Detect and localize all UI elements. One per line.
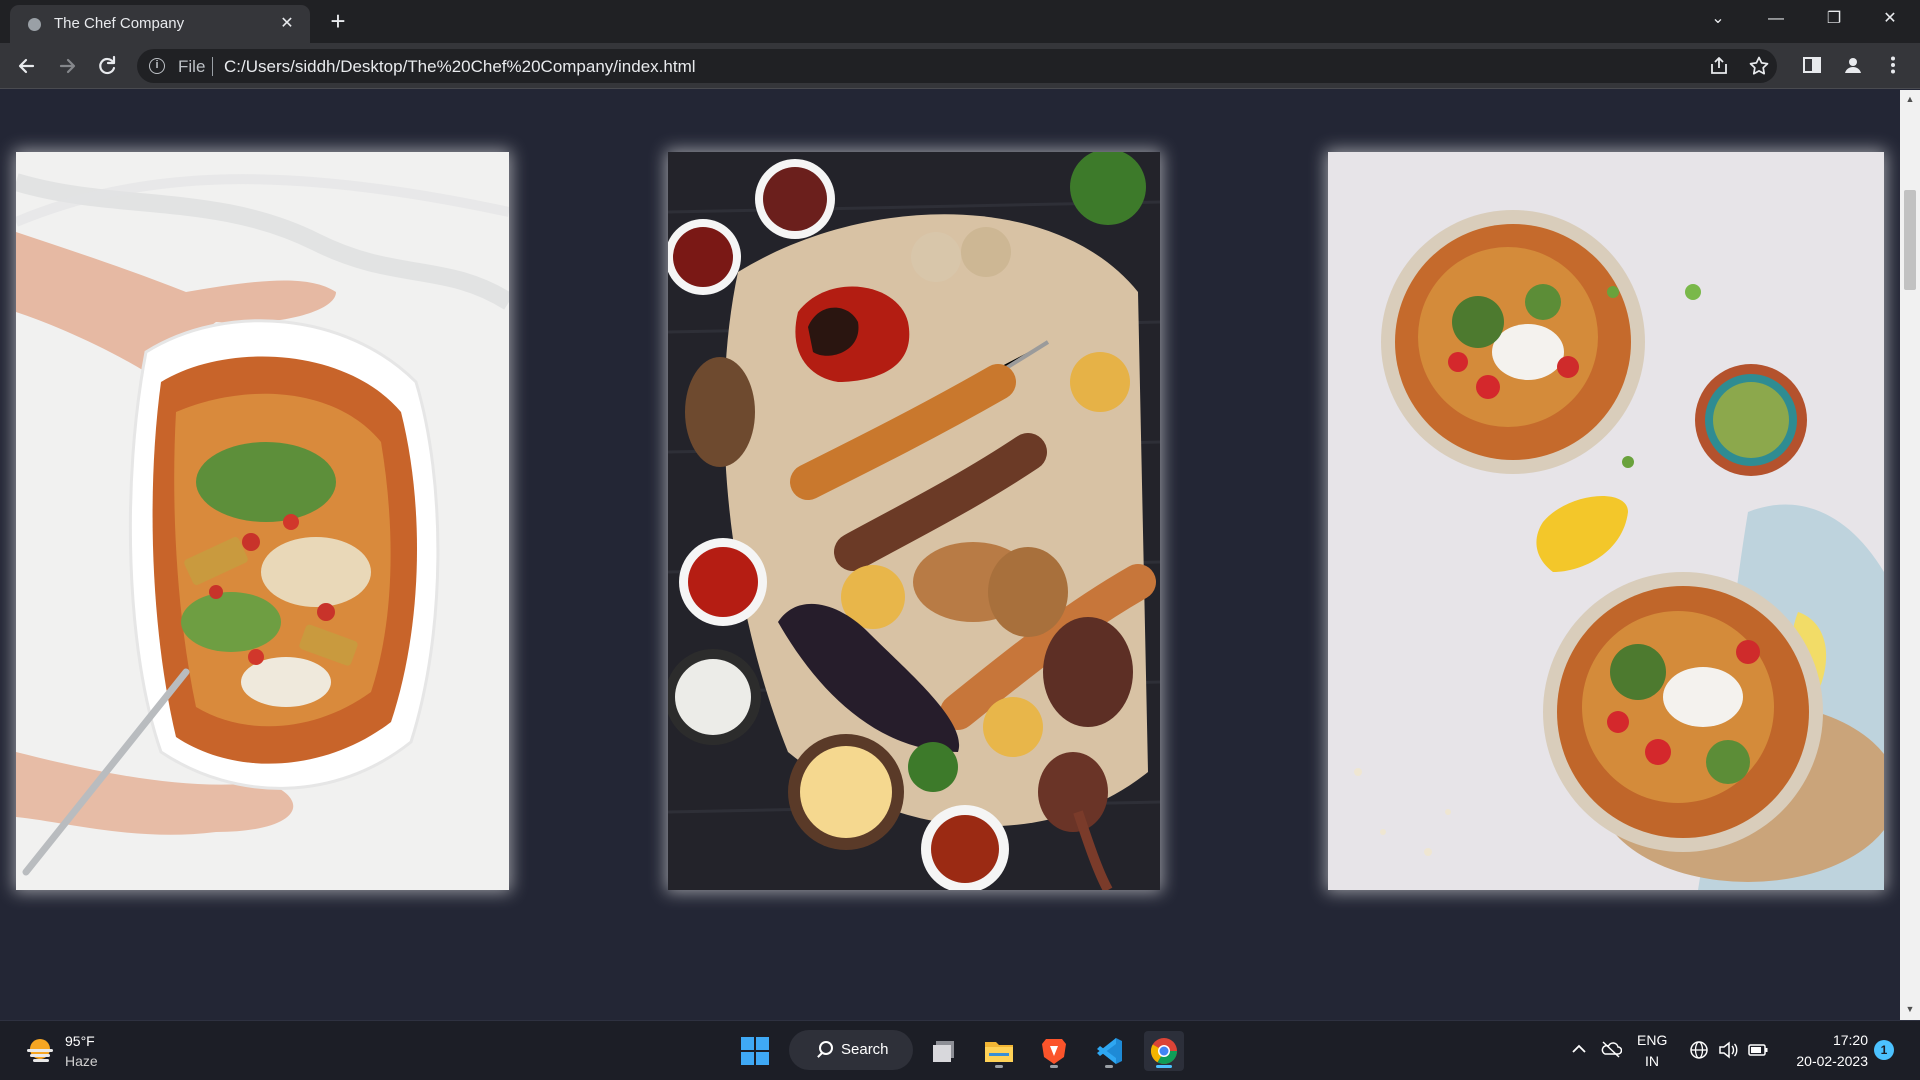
tab-title: The Chef Company [54, 15, 185, 32]
page-scrollbar[interactable]: ▲ ▼ [1900, 90, 1920, 1020]
address-separator [212, 57, 213, 76]
star-icon[interactable] [1747, 55, 1771, 79]
reload-icon[interactable] [93, 52, 121, 80]
brave-browser-button[interactable] [1034, 1031, 1074, 1071]
search-icon [819, 1041, 833, 1055]
gallery-image-3 [1328, 152, 1884, 890]
notification-badge[interactable]: 1 [1874, 1040, 1894, 1060]
weather-temperature[interactable]: 95°F [65, 1033, 95, 1049]
battery-charging-icon[interactable] [1747, 1040, 1769, 1062]
active-indicator [1156, 1065, 1172, 1068]
file-explorer-button[interactable] [979, 1031, 1019, 1071]
side-panel-icon[interactable] [1799, 54, 1825, 80]
close-window-button[interactable]: ✕ [1862, 0, 1918, 40]
running-indicator [1050, 1065, 1058, 1068]
network-globe-icon[interactable] [1688, 1040, 1710, 1062]
minimize-button[interactable]: — [1748, 0, 1804, 40]
restore-button[interactable]: ❐ [1806, 0, 1862, 40]
scroll-thumb[interactable] [1904, 190, 1916, 290]
gallery-image-1 [16, 152, 509, 890]
start-button[interactable] [735, 1031, 775, 1071]
food-photo-fries-bowls [1328, 152, 1884, 890]
running-indicator [995, 1065, 1003, 1068]
url-text[interactable]: C:/Users/siddh/Desktop/The%20Chef%20Comp… [224, 57, 696, 77]
browser-toolbar: i File C:/Users/siddh/Desktop/The%20Chef… [0, 43, 1920, 89]
scroll-down-icon[interactable]: ▼ [1904, 1004, 1916, 1014]
gallery-image-2 [668, 152, 1160, 890]
weather-condition[interactable]: Haze [65, 1053, 98, 1069]
taskbar-search[interactable]: Search [789, 1030, 913, 1070]
volume-icon[interactable] [1717, 1040, 1739, 1062]
forward-arrow-icon[interactable] [53, 52, 81, 80]
new-tab-button[interactable]: + [324, 8, 352, 36]
url-scheme-label: File [178, 57, 206, 76]
kebab-menu-icon[interactable] [1880, 54, 1906, 80]
haze-weather-icon[interactable] [24, 1035, 56, 1067]
tab-search-icon[interactable]: ⌄ [1690, 0, 1746, 40]
profile-icon[interactable] [1840, 54, 1866, 80]
browser-tab[interactable]: The Chef Company ✕ [10, 5, 310, 43]
taskbar-search-label: Search [841, 1041, 889, 1058]
info-icon[interactable]: i [149, 58, 165, 74]
browser-titlebar: The Chef Company ✕ + ⌄ — ❐ ✕ [0, 0, 1920, 43]
address-bar[interactable]: i File C:/Users/siddh/Desktop/The%20Chef… [137, 49, 1777, 83]
chevron-up-icon[interactable] [1568, 1040, 1590, 1062]
chrome-button[interactable] [1144, 1031, 1184, 1071]
language-indicator-line1[interactable]: ENG [1637, 1032, 1667, 1048]
vscode-button[interactable] [1089, 1031, 1129, 1071]
clock-time[interactable]: 17:20 [1808, 1032, 1868, 1048]
page-viewport [0, 90, 1900, 1020]
food-photo-fries-salad [16, 152, 509, 890]
food-photo-meat-platter [668, 152, 1160, 890]
clock-date[interactable]: 20-02-2023 [1780, 1053, 1868, 1069]
language-indicator-line2[interactable]: IN [1637, 1053, 1667, 1069]
task-view-button[interactable] [925, 1031, 965, 1071]
onedrive-icon[interactable] [1600, 1040, 1623, 1062]
back-arrow-icon[interactable] [13, 52, 41, 80]
share-icon[interactable] [1707, 55, 1731, 79]
globe-icon [26, 16, 43, 33]
running-indicator [1105, 1065, 1113, 1068]
windows-taskbar: 95°F Haze Search ENG IN 17:20 20-02-2023… [0, 1020, 1920, 1080]
tab-close-icon[interactable]: ✕ [276, 13, 298, 35]
scroll-up-icon[interactable]: ▲ [1904, 94, 1916, 104]
